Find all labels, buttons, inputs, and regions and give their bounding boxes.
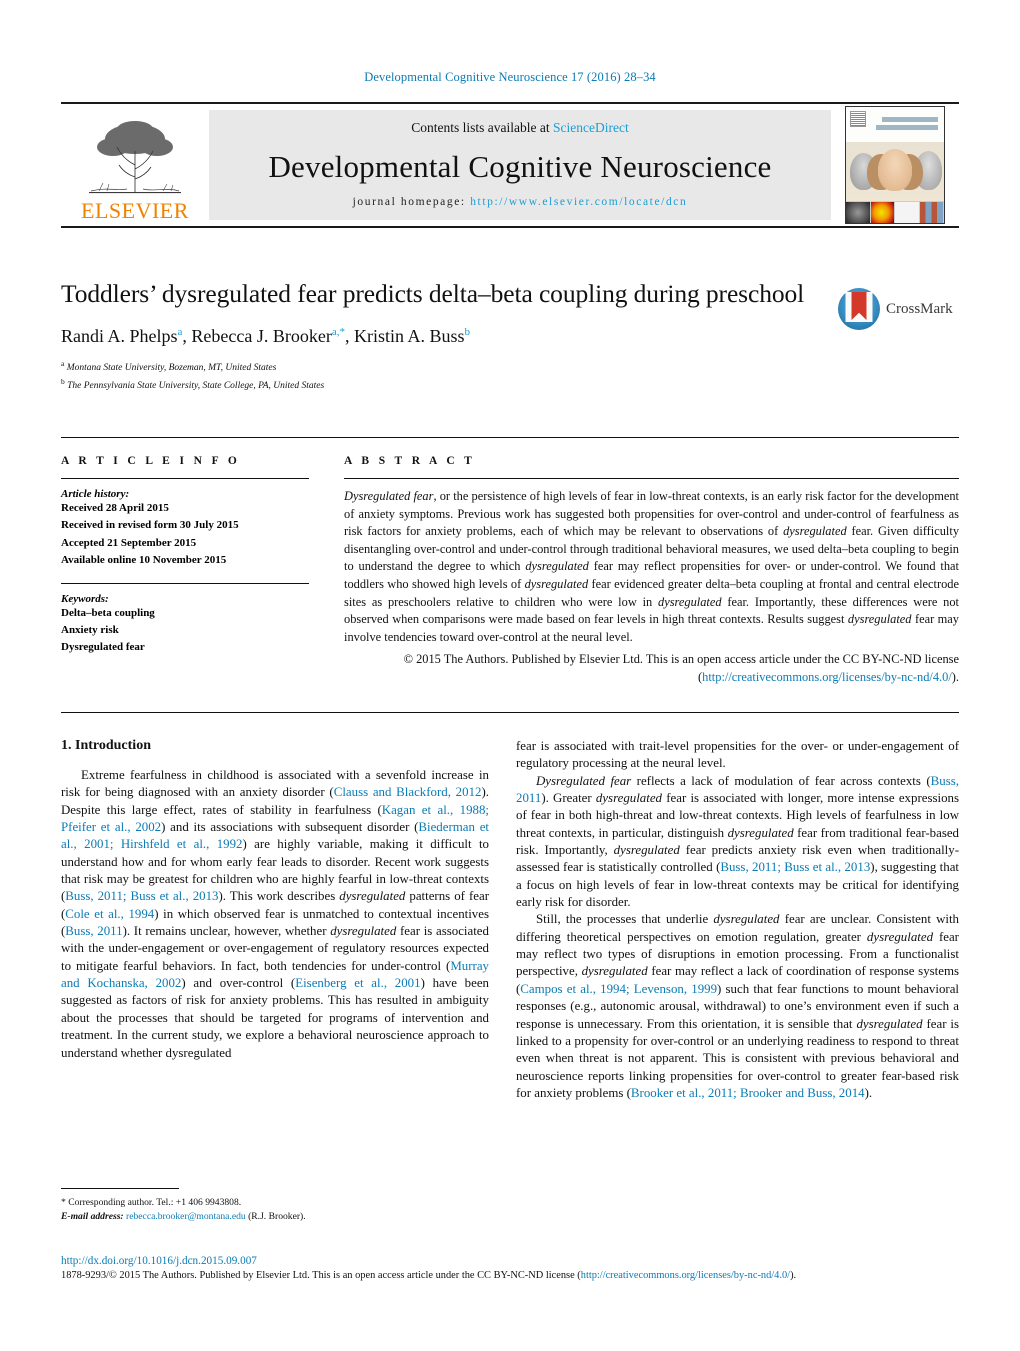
cover-publisher-mark-icon (850, 111, 866, 127)
cover-brain-image-1 (846, 202, 871, 223)
body-paragraph: fear is associated with trait-level prop… (516, 739, 959, 771)
body-paragraph: Dysregulated fear reflects a lack of mod… (516, 773, 960, 910)
elsevier-tree-icon (89, 121, 181, 194)
journal-article-page: Developmental Cognitive Neuroscience 17 … (0, 0, 1020, 1351)
affiliation-marker: b (61, 376, 65, 386)
publication-footer: http://dx.doi.org/10.1016/j.dcn.2015.09.… (61, 1253, 959, 1284)
cover-brain-image-3 (895, 202, 920, 223)
issn-prefix: 1878-9293/© 2015 The Authors. Published … (61, 1270, 581, 1282)
doi-link[interactable]: http://dx.doi.org/10.1016/j.dcn.2015.09.… (61, 1253, 959, 1269)
crossmark-badge[interactable]: CrossMark (838, 283, 970, 335)
issn-suffix: ). (790, 1270, 797, 1282)
abstract-kicker: A B S T R A C T (344, 455, 476, 467)
copyright-suffix: ). (951, 670, 959, 685)
affiliation-text: Montana State University, Bozeman, MT, U… (66, 363, 277, 374)
running-head: Developmental Cognitive Neuroscience 17 … (364, 70, 656, 84)
article-info-rule (61, 478, 309, 479)
footnote-divider (61, 1188, 179, 1189)
history-item: Accepted 21 September 2015 (61, 536, 197, 549)
keywords-list: Delta–beta coupling Anxiety risk Dysregu… (61, 605, 309, 657)
article-info-section: A R T I C L E I N F O Article history: R… (61, 455, 309, 657)
contents-prefix: Contents lists available at (411, 120, 553, 135)
divider-above-abstract (61, 437, 959, 438)
keyword-item: Anxiety risk (61, 623, 119, 636)
keyword-item: Dysregulated fear (61, 641, 145, 654)
journal-homepage-link[interactable]: http://www.elsevier.com/locate/dcn (470, 196, 687, 208)
journal-band: Contents lists available at ScienceDirec… (209, 110, 831, 220)
article-history-label: Article history: (61, 488, 130, 500)
cover-photo-area (846, 141, 944, 203)
contents-available-line: Contents lists available at ScienceDirec… (411, 120, 628, 136)
affiliation-item: a Montana State University, Bozeman, MT,… (61, 358, 821, 375)
crossmark-icon (838, 288, 880, 330)
corresponding-author-footnote: * Corresponding author. Tel.: +1 406 994… (61, 1188, 489, 1225)
sciencedirect-link[interactable]: ScienceDirect (553, 120, 629, 135)
cover-brain-image-2 (870, 202, 895, 223)
history-item: Available online 10 November 2015 (61, 554, 227, 567)
body-column-left: 1. Introduction Extreme fearfulness in c… (61, 738, 489, 1062)
elsevier-wordmark: ELSEVIER (81, 198, 189, 223)
elsevier-logo: ELSEVIER (61, 104, 209, 226)
abstract-copyright: © 2015 The Authors. Published by Elsevie… (344, 651, 959, 686)
email-link[interactable]: rebecca.brooker@montana.edu (126, 1211, 246, 1222)
cover-brain-strip (846, 201, 944, 223)
keywords-rule (61, 582, 309, 584)
journal-cover-thumbnail[interactable] (845, 106, 945, 224)
divider-below-abstract (61, 712, 959, 713)
affiliation-marker: a (61, 359, 65, 369)
article-history-list: Received 28 April 2015 Received in revis… (61, 500, 309, 570)
article-title: Toddlers’ dysregulated fear predicts del… (61, 279, 805, 308)
cover-face-right (914, 151, 943, 191)
email-line: E-mail address: rebecca.brooker@montana.… (61, 1210, 489, 1224)
keyword-item: Delta–beta coupling (61, 606, 155, 619)
body-column-right: fear is associated with trait-level prop… (516, 738, 959, 1102)
corresponding-author-line: * Corresponding author. Tel.: +1 406 994… (61, 1197, 242, 1208)
cover-title-line-1 (882, 117, 938, 122)
journal-masthead: ELSEVIER Contents lists available at Sci… (61, 102, 959, 228)
affiliation-text: The Pennsylvania State University, State… (67, 380, 325, 391)
email-label: E-mail address: (61, 1211, 124, 1223)
cover-title-line-2 (876, 125, 938, 130)
issn-license-line: 1878-9293/© 2015 The Authors. Published … (61, 1269, 959, 1284)
author-list: Randi A. Phelpsa, Rebecca J. Brookera,*,… (61, 326, 471, 347)
abstract-section: A B S T R A C T Dysregulated fear, or th… (344, 455, 959, 687)
cover-face-left (849, 152, 878, 191)
crossmark-label: CrossMark (886, 300, 953, 317)
affiliation-list: a Montana State University, Bozeman, MT,… (61, 358, 821, 393)
footer-license-link[interactable]: http://creativecommons.org/licenses/by-n… (581, 1270, 790, 1281)
license-link[interactable]: http://creativecommons.org/licenses/by-n… (702, 670, 952, 684)
body-paragraph: Extreme fearfulness in childhood is asso… (61, 768, 490, 1060)
history-item: Received 28 April 2015 (61, 502, 169, 514)
section-heading-introduction: 1. Introduction (61, 738, 151, 753)
cover-header-area (846, 107, 944, 143)
history-item: Received in revised form 30 July 2015 (61, 519, 239, 532)
article-info-kicker: A R T I C L E I N F O (61, 455, 241, 467)
cover-face-center (878, 149, 912, 192)
abstract-text: Dysregulated fear, or the persistence of… (344, 489, 960, 644)
keywords-label: Keywords: (61, 592, 109, 605)
cover-brain-image-4 (919, 202, 944, 223)
body-paragraph: Still, the processes that underlie dysre… (516, 912, 960, 1100)
email-owner: (R.J. Brooker). (245, 1211, 306, 1223)
affiliation-item: b The Pennsylvania State University, Sta… (61, 376, 821, 393)
title-block: Toddlers’ dysregulated fear predicts del… (61, 278, 821, 393)
homepage-prefix: journal homepage: (352, 196, 471, 208)
journal-cover-block (831, 104, 959, 226)
abstract-rule (344, 478, 959, 479)
journal-homepage-line: journal homepage: http://www.elsevier.co… (353, 196, 688, 208)
journal-title: Developmental Cognitive Neuroscience (268, 148, 772, 184)
